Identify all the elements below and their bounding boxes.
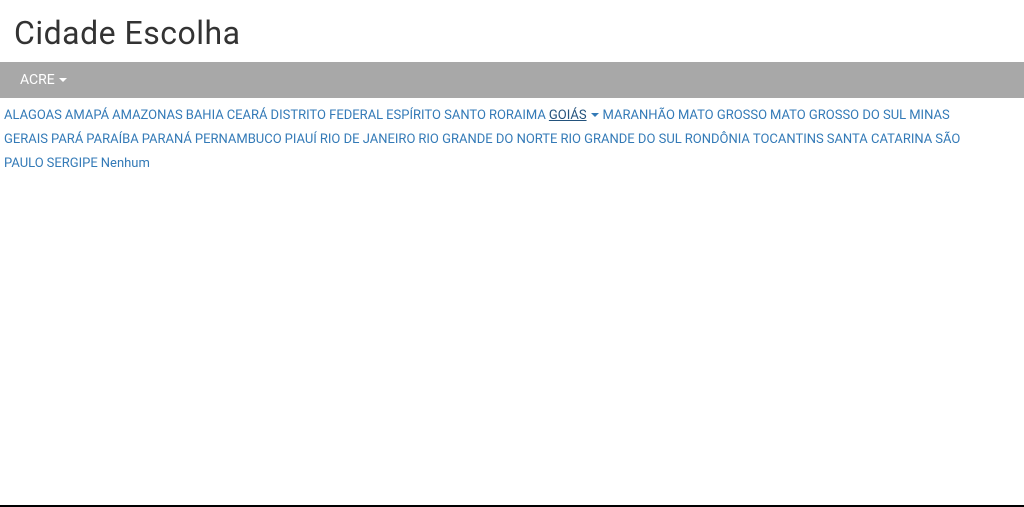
- state-link[interactable]: ESPÍRITO SANTO: [386, 108, 486, 123]
- state-link[interactable]: MARANHÃO: [603, 108, 675, 123]
- state-link[interactable]: TOCANTINS: [753, 132, 824, 147]
- state-link[interactable]: PARÁ: [51, 132, 83, 147]
- state-link[interactable]: PARANÁ: [142, 132, 192, 147]
- state-link[interactable]: BAHIA: [186, 108, 224, 123]
- chevron-down-icon: [591, 113, 599, 117]
- state-link[interactable]: MATO GROSSO: [678, 108, 767, 123]
- states-list: ALAGOASAMAPÁAMAZONASBAHIACEARÁDISTRITO F…: [0, 98, 1024, 178]
- primary-state-bar: ACRE: [0, 62, 1024, 98]
- state-link[interactable]: SANTA CATARINA: [827, 132, 933, 147]
- state-link[interactable]: RORAIMA: [489, 108, 546, 123]
- state-link[interactable]: ALAGOAS: [4, 108, 62, 123]
- state-link[interactable]: Nenhum: [101, 156, 150, 171]
- state-link[interactable]: MATO GROSSO DO SUL: [770, 108, 906, 123]
- chevron-down-icon: [59, 78, 67, 82]
- acre-dropdown-label: ACRE: [20, 72, 55, 88]
- acre-dropdown[interactable]: ACRE: [20, 72, 67, 88]
- state-link[interactable]: GOIÁS: [549, 108, 587, 123]
- state-link[interactable]: PARAÍBA: [86, 132, 138, 147]
- state-link[interactable]: PERNAMBUCO: [195, 132, 282, 147]
- state-link[interactable]: RIO DE JANEIRO: [320, 132, 416, 147]
- state-link[interactable]: AMAZONAS: [112, 108, 183, 123]
- state-link[interactable]: RIO GRANDE DO SUL: [560, 132, 681, 147]
- state-link[interactable]: RONDÔNIA: [685, 132, 750, 147]
- state-link[interactable]: CEARÁ: [227, 108, 268, 123]
- state-link[interactable]: PIAUÍ: [285, 132, 317, 147]
- state-link[interactable]: RIO GRANDE DO NORTE: [418, 132, 557, 147]
- page-title: Cidade Escolha: [0, 0, 1024, 62]
- state-link[interactable]: SERGIPE: [47, 156, 98, 171]
- state-link[interactable]: DISTRITO FEDERAL: [271, 108, 384, 123]
- state-link[interactable]: AMAPÁ: [65, 108, 109, 123]
